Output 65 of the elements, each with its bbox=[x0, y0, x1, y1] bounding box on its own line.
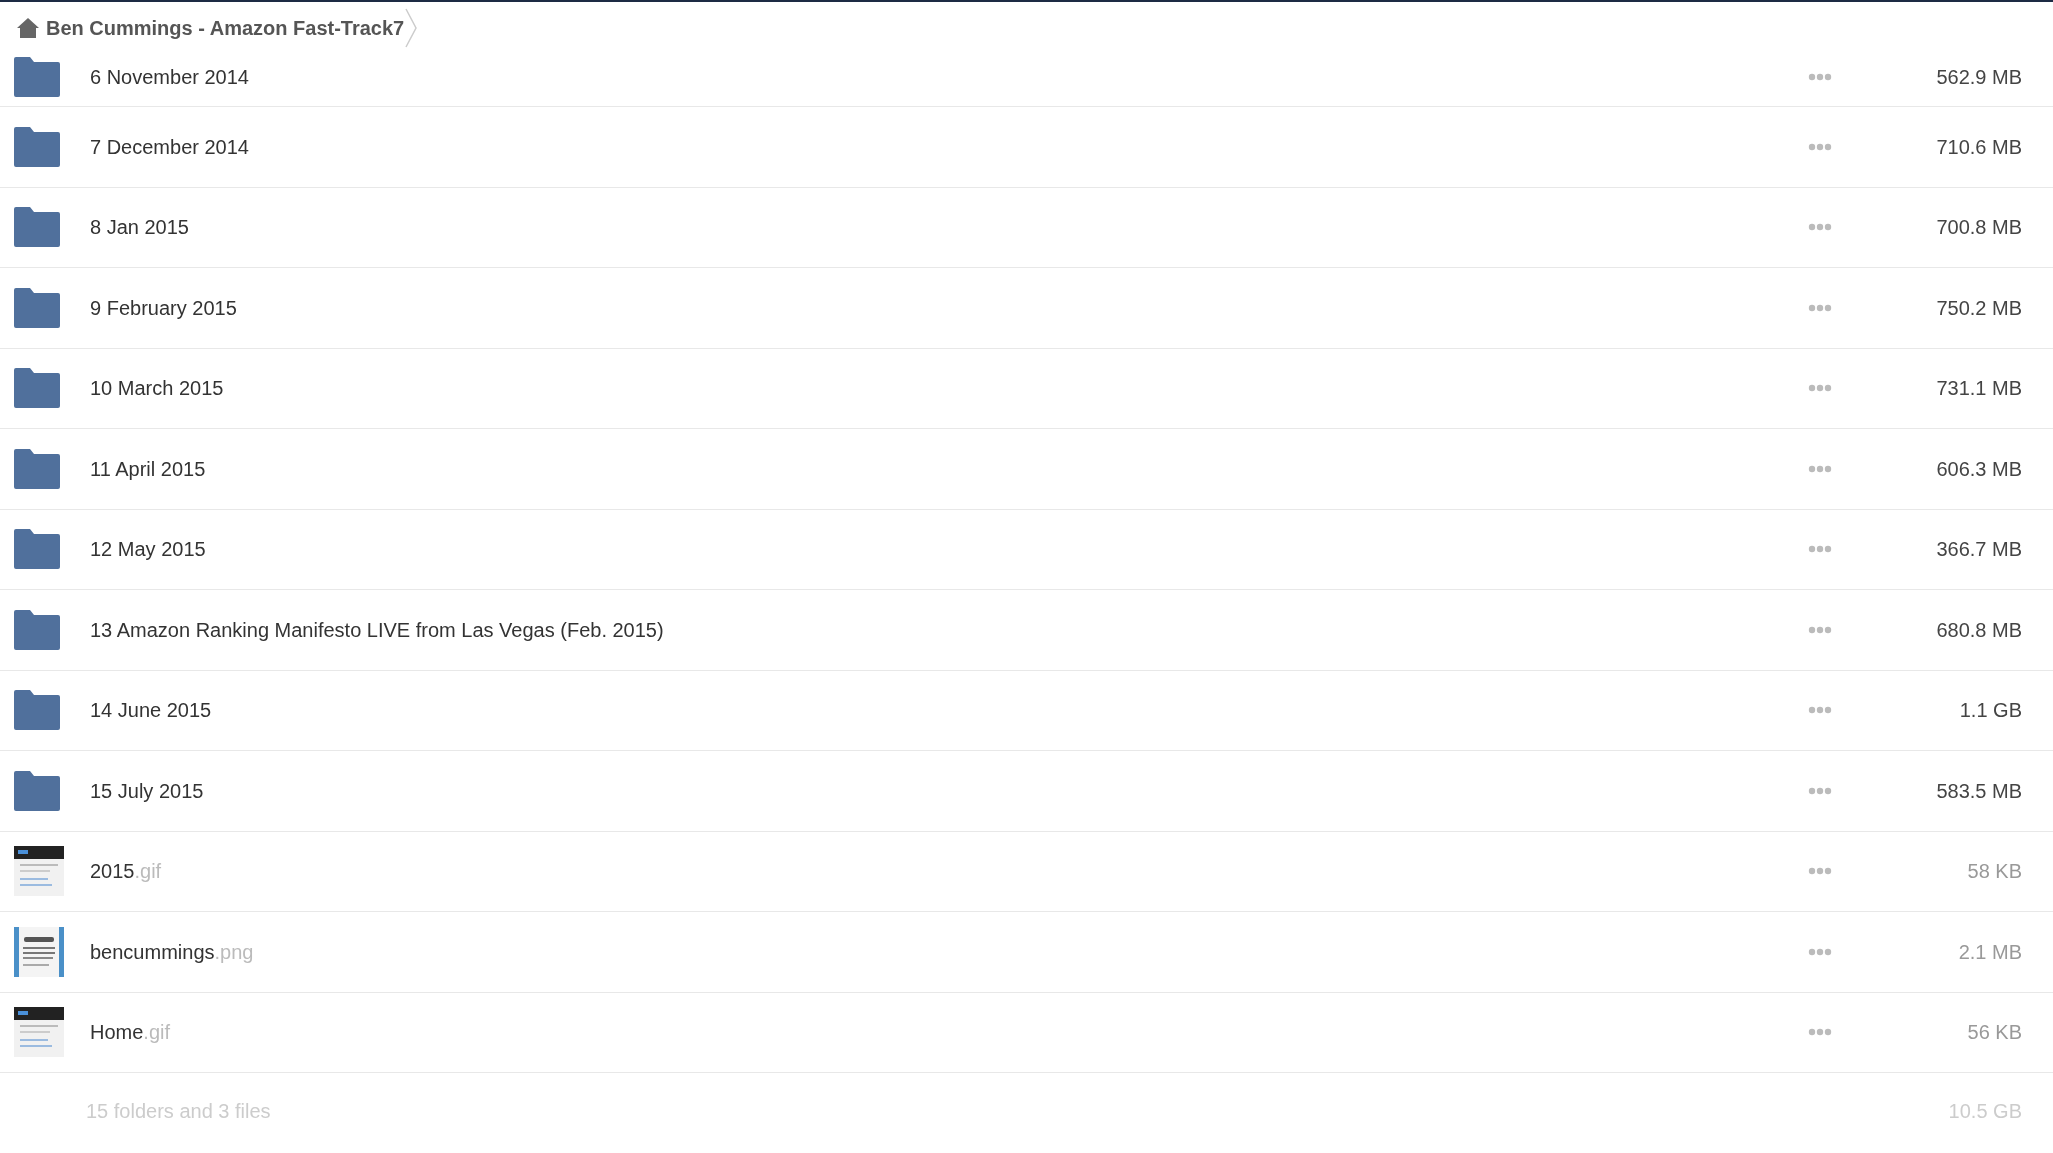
file-row[interactable]: 7 December 2014 710.6 MB bbox=[0, 107, 2053, 188]
file-size: 700.8 MB bbox=[1935, 215, 2022, 241]
file-row[interactable]: 14 June 2015 1.1 GB bbox=[0, 670, 2053, 751]
file-size: 1.1 GB bbox=[1958, 698, 2022, 724]
folder-icon bbox=[14, 448, 60, 489]
file-size: 366.7 MB bbox=[1935, 537, 2022, 563]
file-size: 562.9 MB bbox=[1935, 65, 2022, 90]
file-name: 13 Amazon Ranking Manifesto LIVE from Las Vegas (Feb. 2015) bbox=[90, 617, 665, 643]
folder-icon bbox=[14, 287, 60, 328]
more-options-icon[interactable] bbox=[1808, 786, 1832, 795]
file-name: 6 November 2014 bbox=[90, 65, 250, 90]
file-name: bencummings.png bbox=[90, 939, 255, 965]
file-size: 56 KB bbox=[1966, 1020, 2022, 1046]
file-row[interactable]: 8 Jan 2015 700.8 MB bbox=[0, 187, 2053, 268]
folder-icon bbox=[14, 770, 60, 811]
file-row[interactable]: bencummings.png 2.1 MB bbox=[0, 912, 2053, 993]
folder-icon bbox=[14, 609, 60, 650]
file-row[interactable]: 6 November 2014 562.9 MB bbox=[0, 48, 2053, 107]
more-options-icon[interactable] bbox=[1808, 706, 1832, 715]
more-options-icon[interactable] bbox=[1808, 142, 1832, 151]
file-row[interactable]: 15 July 2015 583.5 MB bbox=[0, 751, 2053, 832]
more-options-icon[interactable] bbox=[1808, 1028, 1832, 1037]
file-row[interactable]: 13 Amazon Ranking Manifesto LIVE from Las Vegas (Feb. 2015) 680.8 MB bbox=[0, 590, 2053, 671]
folder-icon bbox=[14, 690, 60, 731]
file-name: 9 February 2015 bbox=[90, 295, 238, 321]
file-name: 15 July 2015 bbox=[90, 778, 205, 804]
file-name: 8 Jan 2015 bbox=[90, 215, 190, 241]
file-size: 710.6 MB bbox=[1935, 134, 2022, 160]
file-name: 11 April 2015 bbox=[90, 456, 207, 482]
file-size: 680.8 MB bbox=[1935, 617, 2022, 643]
folder-icon bbox=[14, 126, 60, 167]
more-options-icon[interactable] bbox=[1808, 625, 1832, 634]
more-options-icon[interactable] bbox=[1808, 303, 1832, 312]
more-options-icon[interactable] bbox=[1808, 384, 1832, 393]
file-row[interactable]: 10 March 2015 731.1 MB bbox=[0, 348, 2053, 429]
file-row[interactable]: 11 April 2015 606.3 MB bbox=[0, 429, 2053, 510]
file-name: 10 March 2015 bbox=[90, 376, 225, 402]
file-size: 2.1 MB bbox=[1957, 939, 2022, 965]
file-name: 7 December 2014 bbox=[90, 134, 250, 160]
file-row[interactable]: 12 May 2015 366.7 MB bbox=[0, 509, 2053, 590]
file-size: 750.2 MB bbox=[1935, 295, 2022, 321]
more-options-icon[interactable] bbox=[1808, 545, 1832, 554]
more-options-icon[interactable] bbox=[1808, 867, 1832, 876]
breadcrumb-link[interactable]: Ben Cummings - Amazon Fast-Track7 bbox=[46, 13, 405, 43]
file-size: 731.1 MB bbox=[1935, 376, 2022, 402]
file-size: 58 KB bbox=[1966, 859, 2022, 885]
file-row[interactable]: 9 February 2015 750.2 MB bbox=[0, 268, 2053, 349]
file-size: 583.5 MB bbox=[1935, 778, 2022, 804]
file-name: Home.gif bbox=[90, 1020, 172, 1046]
more-options-icon[interactable] bbox=[1808, 223, 1832, 232]
home-icon bbox=[16, 17, 40, 39]
file-row[interactable]: Home.gif 56 KB bbox=[0, 992, 2053, 1073]
chevron-icon bbox=[404, 8, 419, 48]
folder-icon bbox=[14, 529, 60, 570]
file-name: 2015.gif bbox=[90, 859, 163, 885]
file-name: 12 May 2015 bbox=[90, 537, 207, 563]
file-row[interactable]: 2015.gif 58 KB bbox=[0, 831, 2053, 912]
file-size: 606.3 MB bbox=[1935, 456, 2022, 482]
folder-icon bbox=[14, 57, 60, 97]
folder-icon bbox=[14, 207, 60, 248]
file-name: 14 June 2015 bbox=[90, 698, 213, 724]
folder-icon bbox=[14, 368, 60, 409]
more-options-icon[interactable] bbox=[1808, 464, 1832, 473]
more-options-icon[interactable] bbox=[1808, 73, 1832, 81]
more-options-icon[interactable] bbox=[1808, 947, 1832, 956]
